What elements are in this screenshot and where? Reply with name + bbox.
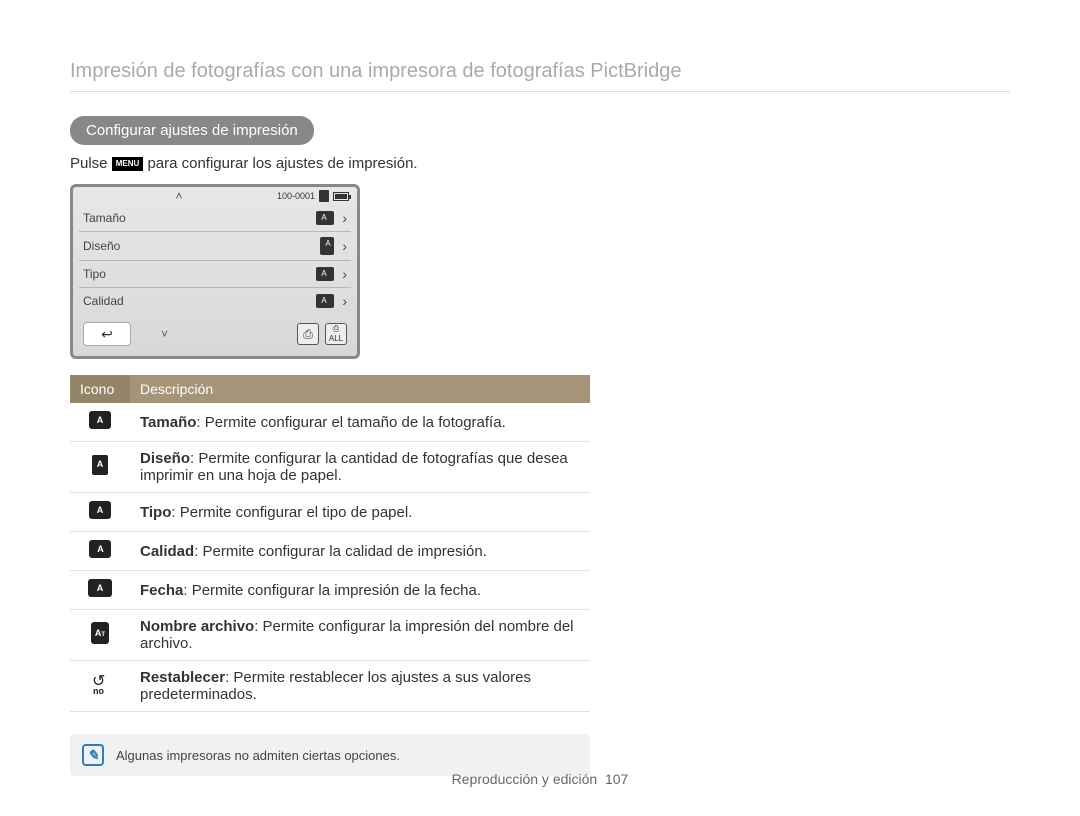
page-footer: Reproducción y edición 107 bbox=[0, 771, 1080, 787]
desc: : Permite configurar la impresión de la … bbox=[183, 582, 481, 599]
table-row: A Tipo: Permite configurar el tipo de pa… bbox=[70, 493, 590, 532]
filename-icon: AT bbox=[91, 622, 109, 644]
type-icon: A bbox=[89, 501, 111, 519]
desc: : Permite configurar la cantidad de foto… bbox=[140, 450, 568, 484]
size-icon: A bbox=[89, 411, 111, 429]
term: Fecha bbox=[140, 582, 183, 599]
quality-auto-icon bbox=[316, 294, 334, 308]
camera-screen: ˄ 100-0001 Tamaño › Diseño › Tipo › Cali… bbox=[70, 184, 360, 359]
print-all-icon[interactable]: ⎙ALL bbox=[325, 323, 347, 345]
chevron-up-icon: ˄ bbox=[175, 189, 182, 203]
description-table: Icono Descripción A Tamaño: Permite conf… bbox=[70, 375, 590, 712]
screen-row[interactable]: Tipo › bbox=[79, 261, 351, 288]
table-row: A Calidad: Permite configurar la calidad… bbox=[70, 532, 590, 571]
table-row: AT Nombre archivo: Permite configurar la… bbox=[70, 610, 590, 661]
chevron-right-icon: › bbox=[342, 266, 347, 282]
chevron-down-icon: ˅ bbox=[161, 327, 168, 341]
screen-row-label: Tamaño bbox=[83, 211, 126, 225]
screen-row[interactable]: Calidad › bbox=[79, 288, 351, 314]
image-counter: 100-0001 bbox=[277, 191, 315, 201]
note-text: Algunas impresoras no admiten ciertas op… bbox=[116, 748, 400, 763]
col-desc: Descripción bbox=[130, 375, 590, 403]
card-icon bbox=[319, 190, 329, 202]
footer-page-number: 107 bbox=[605, 771, 628, 787]
reset-icon bbox=[89, 673, 111, 695]
size-auto-icon bbox=[316, 211, 334, 225]
term: Nombre archivo bbox=[140, 618, 254, 635]
menu-icon: MENU bbox=[112, 157, 144, 171]
desc: : Permite configurar el tipo de papel. bbox=[171, 504, 412, 521]
table-row: Restablecer: Permite restablecer los aju… bbox=[70, 661, 590, 712]
note-icon: ✎ bbox=[82, 744, 104, 766]
chevron-right-icon: › bbox=[342, 293, 347, 309]
battery-icon bbox=[333, 192, 349, 201]
intro-line: Pulse MENU para configurar los ajustes d… bbox=[70, 155, 1010, 172]
screen-row-label: Tipo bbox=[83, 267, 106, 281]
screen-row[interactable]: Tamaño › bbox=[79, 205, 351, 232]
intro-suffix: para configurar los ajustes de impresión… bbox=[147, 155, 417, 172]
date-icon: A bbox=[88, 579, 112, 597]
screen-row-label: Calidad bbox=[83, 294, 124, 308]
chevron-right-icon: › bbox=[342, 210, 347, 226]
screen-row[interactable]: Diseño › bbox=[79, 232, 351, 261]
table-row: A Tamaño: Permite configurar el tamaño d… bbox=[70, 403, 590, 442]
term: Tamaño bbox=[140, 414, 196, 431]
note-box: ✎ Algunas impresoras no admiten ciertas … bbox=[70, 734, 590, 776]
term: Diseño bbox=[140, 450, 190, 467]
desc: : Permite configurar el tamaño de la fot… bbox=[196, 414, 505, 431]
term: Calidad bbox=[140, 543, 194, 560]
section-heading: Configurar ajustes de impresión bbox=[70, 116, 314, 145]
print-icon[interactable]: ⎙ bbox=[297, 323, 319, 345]
screen-row-label: Diseño bbox=[83, 239, 120, 253]
intro-prefix: Pulse bbox=[70, 155, 112, 172]
quality-icon: A bbox=[89, 540, 111, 558]
chevron-right-icon: › bbox=[342, 238, 347, 254]
term: Restablecer bbox=[140, 669, 225, 686]
table-row: A Fecha: Permite configurar la impresión… bbox=[70, 571, 590, 610]
type-auto-icon bbox=[316, 267, 334, 281]
table-row: A Diseño: Permite configurar la cantidad… bbox=[70, 442, 590, 493]
page-title: Impresión de fotografías con una impreso… bbox=[70, 60, 1010, 92]
layout-icon: A bbox=[92, 455, 108, 475]
back-button[interactable]: ↩ bbox=[83, 322, 131, 346]
desc: : Permite configurar la calidad de impre… bbox=[194, 543, 487, 560]
footer-section: Reproducción y edición bbox=[452, 771, 598, 787]
col-icon: Icono bbox=[70, 375, 130, 403]
layout-auto-icon bbox=[320, 237, 334, 255]
term: Tipo bbox=[140, 504, 171, 521]
